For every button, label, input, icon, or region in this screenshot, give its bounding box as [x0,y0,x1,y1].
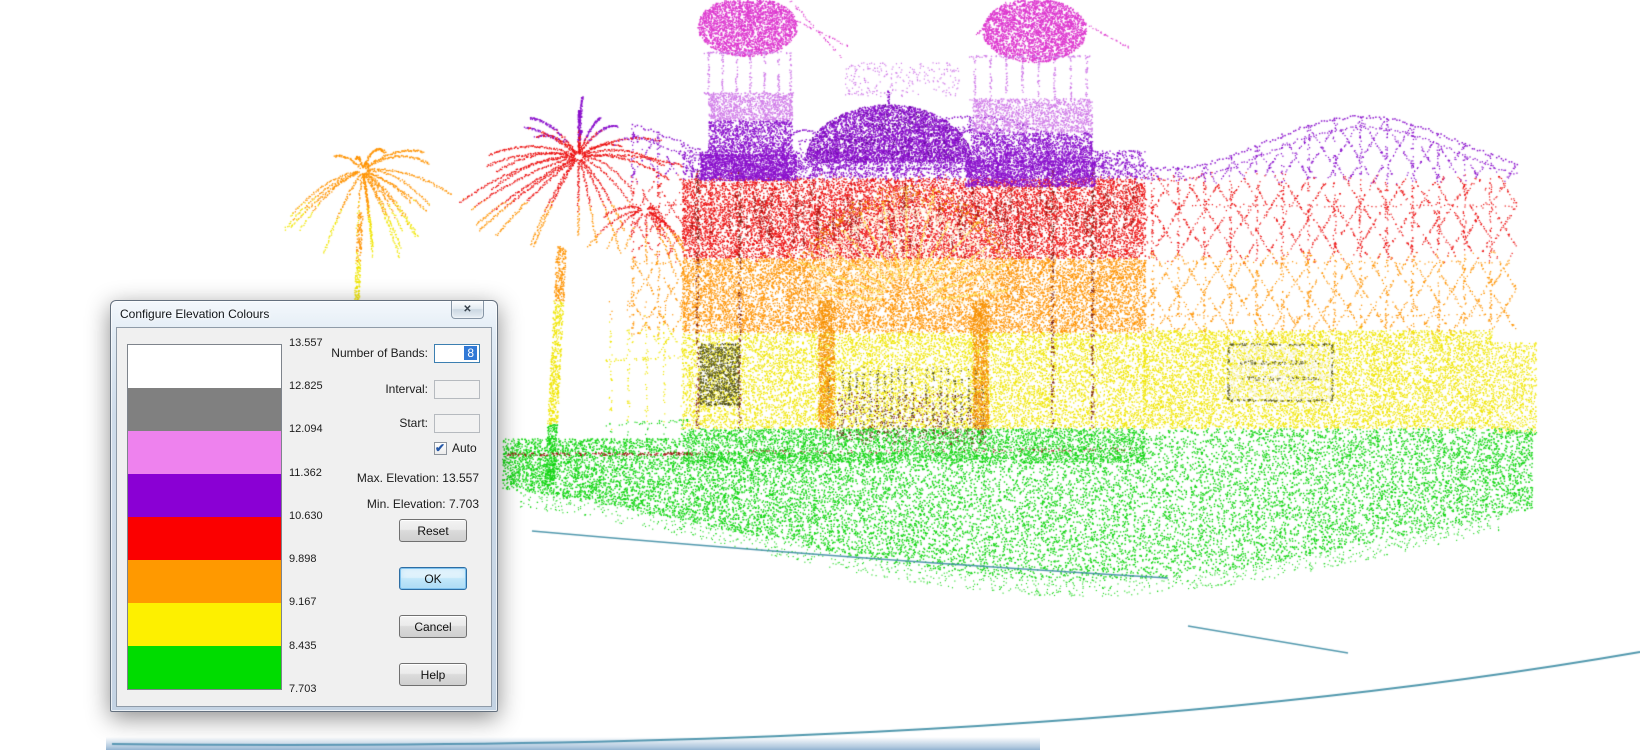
auto-row: Auto [434,441,477,455]
legend-scale-value: 10.630 [289,510,337,522]
start-input [434,414,480,433]
legend-band [128,560,281,603]
close-icon: ✕ [463,304,471,315]
legend-band [128,431,281,474]
interval-label: Interval: [117,382,428,396]
interval-input [434,380,480,399]
app: { "dialog": { "title": "Configure Elevat… [0,0,1640,750]
legend-scale-value: 8.435 [289,640,337,652]
ok-button[interactable]: OK [399,567,467,590]
legend-band [128,517,281,560]
auto-checkbox[interactable] [434,442,447,455]
start-label: Start: [117,416,428,430]
legend-scale-value: 7.703 [289,683,337,695]
max-elevation: Max. Elevation: 13.557 [117,471,479,485]
dialog-title: Configure Elevation Colours [120,307,269,321]
legend-scale-value: 9.898 [289,553,337,565]
legend-band [128,603,281,646]
dialog-titlebar[interactable]: Configure Elevation Colours ✕ [111,301,497,327]
auto-label: Auto [452,441,477,455]
number-of-bands-label: Number of Bands: [117,346,428,360]
help-button[interactable]: Help [399,663,467,686]
cancel-button[interactable]: Cancel [399,615,467,638]
dialog-body: 13.557 12.825 12.094 11.362 10.630 9.898… [116,327,492,707]
legend-scale-value: 9.167 [289,596,337,608]
close-button[interactable]: ✕ [451,301,484,319]
number-of-bands-value: 8 [464,346,477,360]
configure-elevation-colours-dialog: Configure Elevation Colours ✕ 13.557 12.… [110,300,498,712]
reset-button[interactable]: Reset [399,519,467,542]
number-of-bands-input[interactable]: 8 [434,344,480,363]
window-bottom-edge [106,737,1040,750]
min-elevation: Min. Elevation: 7.703 [117,497,479,511]
legend-band [128,646,281,689]
